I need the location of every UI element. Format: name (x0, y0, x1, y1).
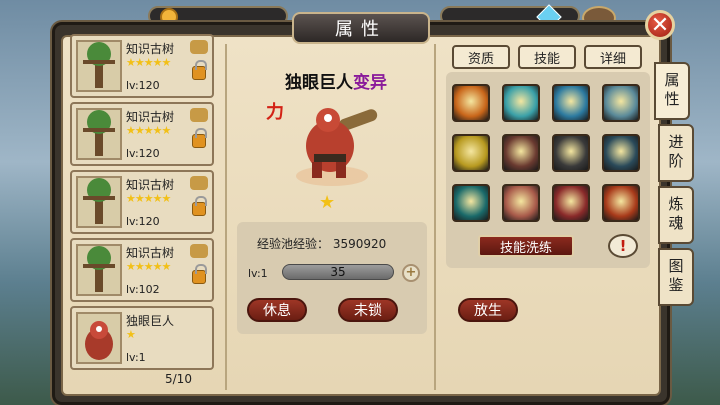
page-indicator: 5/10 (165, 372, 192, 386)
tree-hero-portrait (76, 176, 122, 228)
hero-figure (282, 92, 382, 192)
side-tab-soul[interactable]: 炼魂 (658, 186, 694, 244)
fist-skill-icon[interactable] (602, 184, 640, 222)
hero-title-name: 独眼巨人 (285, 73, 353, 93)
divider-right (434, 44, 436, 390)
lock-icon (192, 196, 207, 216)
hero-title: 独眼巨人变异 (285, 68, 387, 93)
hero-name: 知识古树 (126, 42, 175, 56)
lock-icon (192, 128, 207, 148)
tool-icon (190, 108, 208, 122)
tool-icon (190, 40, 208, 54)
hero-card[interactable]: 知识古树 ★★★★★ lv:120 (70, 170, 214, 234)
tab-aptitude[interactable]: 资质 (452, 45, 510, 69)
axe-skill-icon[interactable] (602, 84, 640, 122)
unlock-button[interactable]: 未锁 (338, 298, 398, 322)
hero-level: lv:120 (126, 147, 160, 160)
lock-icon (192, 264, 207, 284)
side-tab-atlas[interactable]: 图鉴 (658, 248, 694, 306)
tab-skills[interactable]: 技能 (518, 45, 576, 69)
level-label: lv:1 (248, 267, 268, 280)
rest-button[interactable]: 休息 (247, 298, 307, 322)
teal-dash-skill-icon[interactable] (452, 184, 490, 222)
hero-stars: ★★★★★ (126, 124, 171, 137)
level-progress-bar: 35 (282, 264, 394, 280)
fire-warrior-skill-icon[interactable] (452, 84, 490, 122)
blue-shield-skill-icon[interactable] (552, 84, 590, 122)
hero-card[interactable]: 知识古树 ★★★★★ lv:102 (70, 238, 214, 302)
info-button[interactable]: ! (608, 234, 638, 258)
tool-icon (190, 176, 208, 190)
hero-card[interactable]: 知识古树 ★★★★★ lv:120 (70, 34, 214, 98)
shadow-skill-icon[interactable] (552, 134, 590, 172)
tab-details[interactable]: 详细 (584, 45, 642, 69)
gold-strike-skill-icon[interactable] (452, 134, 490, 172)
hero-level: lv:1 (126, 351, 146, 364)
duo-fighter-skill-icon[interactable] (602, 134, 640, 172)
tool-icon (190, 244, 208, 258)
hero-card-selected[interactable]: 独眼巨人 ★ lv:1 (70, 306, 214, 370)
hero-stars: ★★★★★ (126, 260, 171, 273)
panel-title: 属性 (292, 12, 430, 44)
add-exp-button[interactable]: + (402, 264, 420, 282)
hero-list: 知识古树 ★★★★★ lv:120 知识古树 ★★★★★ lv:120 知识古树… (70, 32, 216, 388)
tree-hero-portrait (76, 108, 122, 160)
cyclops-hero-portrait (76, 312, 122, 364)
tree-hero-portrait (76, 244, 122, 296)
mutation-tag: 变异 (353, 73, 387, 93)
side-tab-advance[interactable]: 进阶 (658, 124, 694, 182)
skill-reset-button[interactable]: 技能洗练 (478, 235, 574, 257)
tree-hero-portrait (76, 40, 122, 92)
hero-card[interactable]: 知识古树 ★★★★★ lv:120 (70, 102, 214, 166)
release-button[interactable]: 放生 (458, 298, 518, 322)
side-tab-attributes[interactable]: 属性 (654, 62, 690, 120)
hero-name: 独眼巨人 (126, 314, 175, 328)
exp-pool-label: 经验池经验： 3590920 (257, 237, 387, 251)
hero-name: 知识古树 (126, 178, 175, 192)
hero-level: lv:120 (126, 215, 160, 228)
star-icon: ★ (319, 192, 336, 213)
hero-stars: ★★★★★ (126, 192, 171, 205)
close-button[interactable]: ✕ (645, 10, 675, 40)
hero-stars: ★ (126, 328, 136, 341)
hero-name: 知识古树 (126, 110, 175, 124)
ice-blade-skill-icon[interactable] (502, 84, 540, 122)
hero-name: 知识古树 (126, 246, 175, 260)
web-skill-icon[interactable] (552, 184, 590, 222)
hero-stars: ★★★★★ (126, 56, 171, 69)
divider-left (225, 44, 227, 390)
red-orb-skill-icon[interactable] (502, 184, 540, 222)
red-claw-skill-icon[interactable] (502, 134, 540, 172)
hero-level: lv:120 (126, 79, 160, 92)
lock-icon (192, 60, 207, 80)
hero-level: lv:102 (126, 283, 160, 296)
